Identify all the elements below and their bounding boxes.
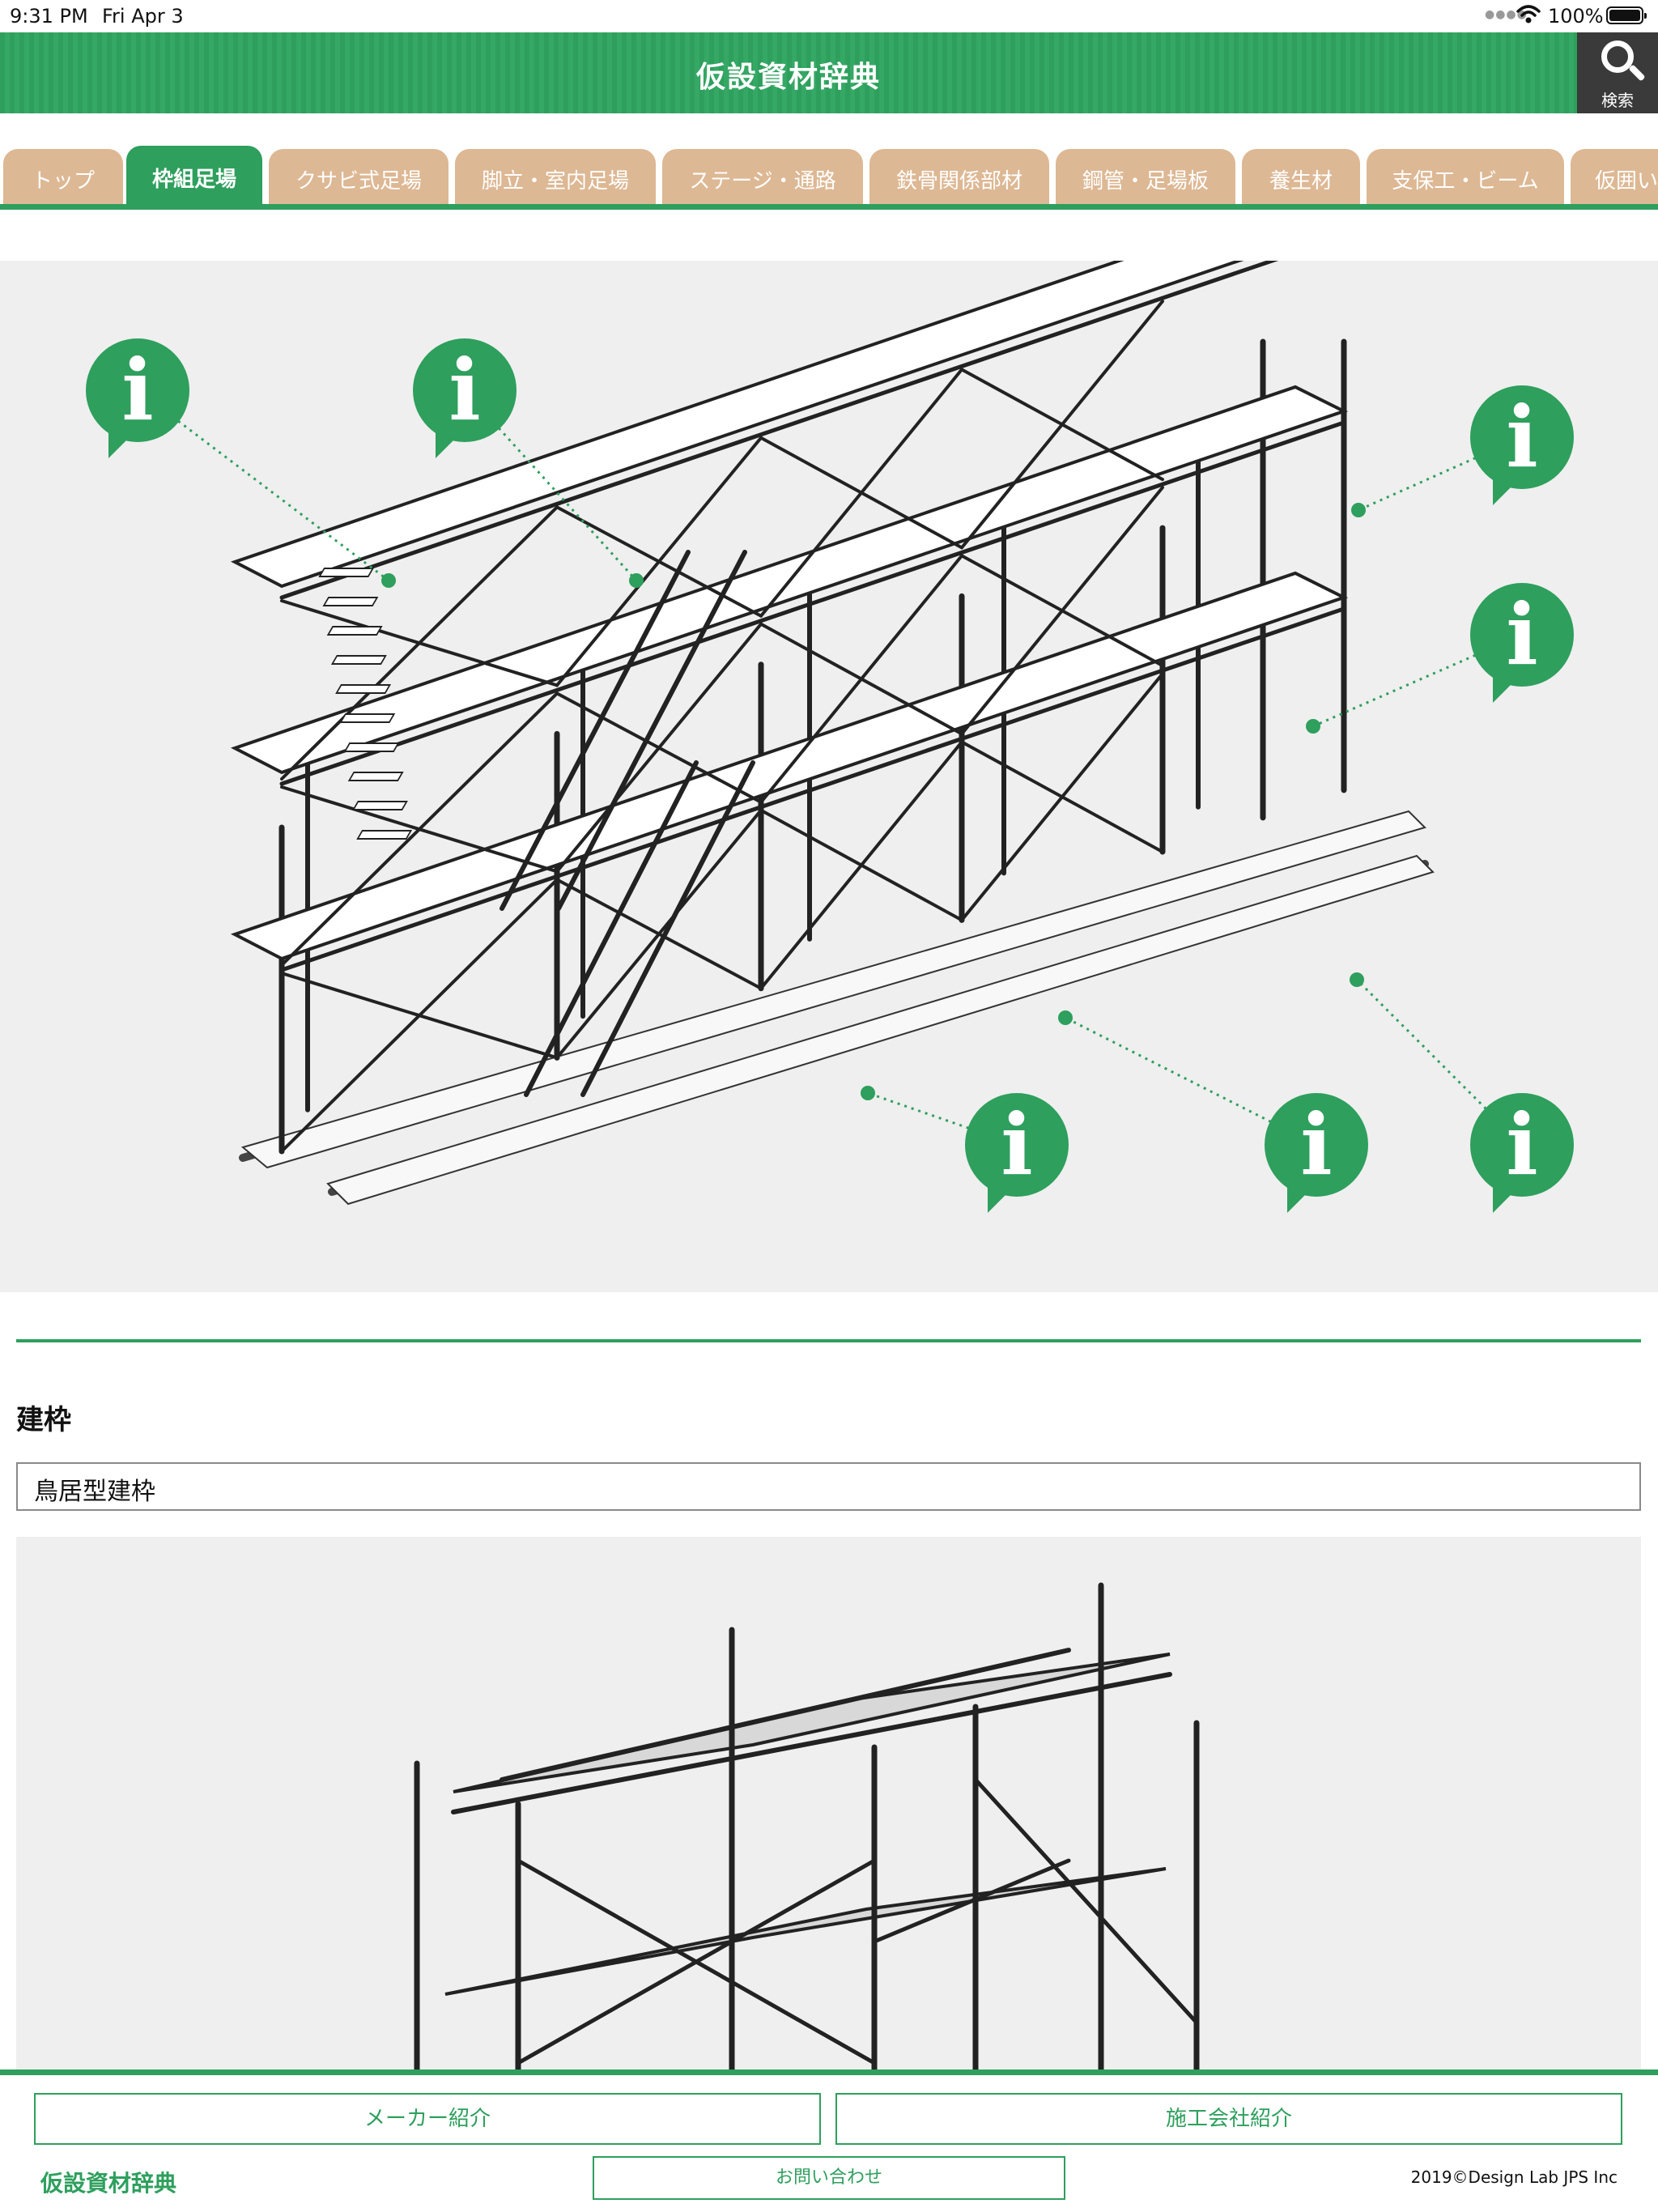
footer-logo[interactable]: 仮設資材辞典 [40,2166,176,2198]
status-time: 9:31 PM [10,5,88,28]
item-name-field[interactable]: 鳥居型建枠 [16,1462,1641,1511]
page-title: 仮設資材辞典 [695,61,881,94]
tab-stage-passage[interactable]: ステージ・通路 [662,149,863,204]
info-icon[interactable]: i [86,338,189,458]
info-icon[interactable]: i [1265,1093,1368,1213]
info-icon[interactable]: i [1470,385,1574,505]
svg-text:i: i [1001,1095,1033,1194]
tab-curing[interactable]: 養生材 [1242,149,1360,204]
tab-hoarding[interactable]: 仮囲い [1571,149,1658,204]
scaffold-diagram: iiiiiii [0,261,1658,1292]
tab-shoring-beam[interactable]: 支保工・ビーム [1367,149,1564,204]
tabs-divider [0,204,1658,210]
category-tabs: トップ 枠組足場 クサビ式足場 脚立・室内足場 ステージ・通路 鉄骨関係部材 鋼… [0,146,1658,209]
copyright: 2019©Design Lab JPS Inc [1410,2167,1618,2187]
svg-text:i: i [1300,1095,1333,1194]
svg-text:i: i [1506,1095,1538,1194]
contractor-button[interactable]: 施工会社紹介 [835,2093,1622,2145]
tab-top[interactable]: トップ [3,149,123,204]
tab-steel-parts[interactable]: 鉄骨関係部材 [869,149,1049,204]
info-icon[interactable]: i [413,338,517,458]
info-icon[interactable]: i [1470,1093,1574,1213]
section-title: 建枠 [16,1404,71,1436]
status-bar: 9:31 PM Fri Apr 3 ●●●● 100% [0,0,1658,32]
svg-text:i: i [121,340,154,440]
svg-text:i: i [449,340,481,440]
status-date: Fri Apr 3 [102,5,184,28]
svg-text:i: i [1506,387,1538,487]
svg-text:i: i [1506,585,1538,684]
scaffold-illustration: i i iii i i [86,261,1574,1213]
info-icon[interactable]: i [1470,583,1574,703]
tab-frame-scaffold[interactable]: 枠組足場 [126,146,262,204]
tab-pipe-board[interactable]: 鋼管・足場板 [1056,149,1235,204]
search-button[interactable]: 検索 [1577,32,1658,113]
battery-percent: 100% [1548,5,1604,28]
section-divider [16,1339,1641,1342]
search-label: 検索 [1601,91,1634,110]
wifi-icon [1516,5,1541,23]
item-illustration-panel [16,1537,1641,2073]
tab-stepladder[interactable]: 脚立・室内足場 [455,149,656,204]
maker-button[interactable]: メーカー紹介 [34,2093,821,2145]
tab-wedge-scaffold[interactable]: クサビ式足場 [269,149,449,204]
battery-icon [1606,6,1647,24]
frame-structure [414,1582,1200,2073]
app-header: 仮設資材辞典 検索 [0,32,1658,113]
info-icon[interactable]: i [965,1093,1069,1213]
frame-illustration [414,1582,1200,2073]
contact-button[interactable]: お問い合わせ [593,2156,1065,2200]
footer: メーカー紹介 施工会社紹介 お問い合わせ 仮設資材辞典 2019©Design … [0,2069,1658,2212]
